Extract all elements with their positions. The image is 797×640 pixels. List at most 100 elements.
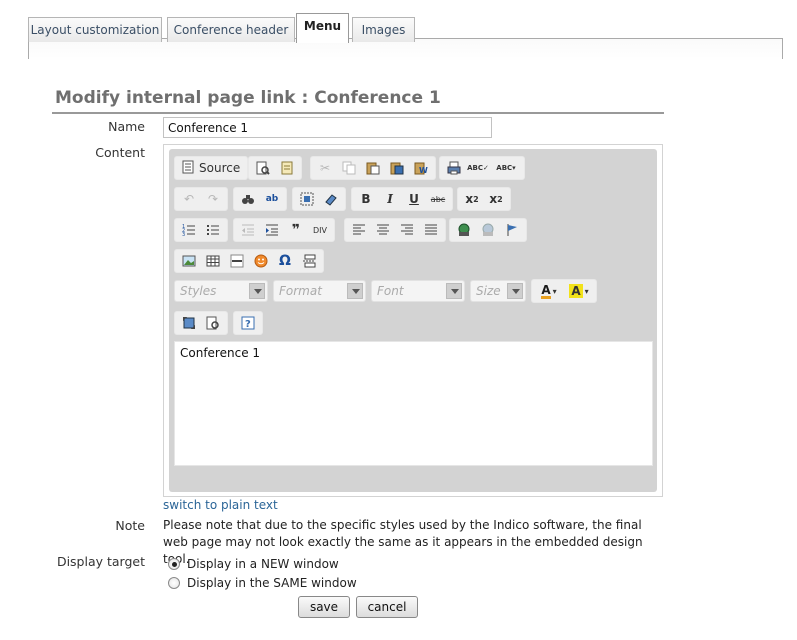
align-left-icon[interactable] — [348, 220, 370, 240]
toolbar-group-insert: Ω — [174, 249, 324, 273]
toolbar-group-align — [344, 218, 446, 242]
note-label: Note — [115, 518, 145, 533]
toolbar-group-select — [292, 187, 346, 211]
help-icon[interactable]: ? — [237, 313, 259, 333]
editor-content-area[interactable]: Conference 1 — [174, 341, 653, 466]
save-button[interactable]: save — [298, 596, 350, 618]
image-icon[interactable] — [178, 251, 200, 271]
align-justify-icon[interactable] — [420, 220, 442, 240]
toolbar-group-undo: ↶ ↷ — [174, 187, 228, 211]
undo-icon[interactable]: ↶ — [178, 189, 200, 209]
toolbar-group-clipboard: ✂ W — [310, 156, 436, 180]
anchor-flag-icon[interactable] — [501, 220, 523, 240]
blockquote-icon[interactable]: ❞ — [285, 220, 307, 240]
editor-content-text: Conference 1 — [180, 346, 261, 360]
outdent-icon[interactable] — [237, 220, 259, 240]
page-break-icon[interactable] — [298, 251, 320, 271]
svg-text:?: ? — [245, 319, 251, 330]
remove-format-icon[interactable] — [320, 189, 342, 209]
scayt-icon[interactable]: ABC▾ — [491, 158, 521, 178]
toolbar-group-script: x2 x2 — [457, 187, 511, 211]
display-target-label: Display target — [56, 554, 145, 569]
special-char-icon[interactable]: Ω — [274, 251, 296, 271]
unlink-icon[interactable] — [477, 220, 499, 240]
radio-new-window[interactable] — [168, 558, 180, 570]
copy-icon[interactable] — [338, 158, 360, 178]
format-combo-label: Format — [279, 284, 322, 298]
tab-images[interactable]: Images — [352, 17, 415, 42]
bulleted-list-icon[interactable] — [202, 220, 224, 240]
size-combo[interactable]: Size — [470, 280, 526, 302]
tab-bar: Layout customization Conference header M… — [28, 13, 783, 59]
strikethrough-icon[interactable]: abc — [427, 189, 449, 209]
align-center-icon[interactable] — [372, 220, 394, 240]
paste-word-icon[interactable]: W — [410, 158, 432, 178]
toolbar-group-preview — [248, 156, 302, 180]
find-icon[interactable] — [237, 189, 259, 209]
spellcheck-icon[interactable]: ABC✓ — [467, 158, 489, 178]
radio-same-window[interactable] — [168, 577, 180, 589]
font-combo[interactable]: Font — [371, 280, 465, 302]
title-divider — [52, 112, 664, 114]
toolbar-group-colors: A ▾ A ▾ — [531, 279, 597, 303]
italic-icon[interactable]: I — [379, 189, 401, 209]
templates-icon[interactable] — [276, 158, 298, 178]
source-label: Source — [199, 161, 241, 175]
cancel-button[interactable]: cancel — [356, 596, 418, 618]
tab-conference-header[interactable]: Conference header — [167, 17, 295, 42]
toolbar-group-document: Source — [174, 156, 249, 180]
styles-combo-label: Styles — [180, 284, 217, 298]
text-color-icon[interactable]: A ▾ — [535, 281, 563, 301]
align-right-icon[interactable] — [396, 220, 418, 240]
toolbar-group-tools — [174, 311, 228, 335]
toolbar-group-indent: ❞ DIV — [233, 218, 335, 242]
preview-icon[interactable] — [252, 158, 274, 178]
indent-icon[interactable] — [261, 220, 283, 240]
toolbar-group-find: ab — [233, 187, 287, 211]
tab-menu[interactable]: Menu — [296, 13, 349, 43]
smiley-icon[interactable] — [250, 251, 272, 271]
subscript-icon[interactable]: x2 — [461, 189, 483, 209]
tab-layout-customization[interactable]: Layout customization — [28, 17, 162, 42]
print-icon[interactable] — [443, 158, 465, 178]
show-blocks-icon[interactable] — [202, 313, 224, 333]
maximize-icon[interactable] — [178, 313, 200, 333]
div-container-icon[interactable]: DIV — [309, 220, 331, 240]
chevron-down-icon — [347, 283, 363, 299]
select-all-icon[interactable] — [296, 189, 318, 209]
cut-icon[interactable]: ✂ — [314, 158, 336, 178]
source-icon — [182, 160, 194, 177]
table-icon[interactable] — [202, 251, 224, 271]
styles-combo[interactable]: Styles — [174, 280, 268, 302]
bold-icon[interactable]: B — [355, 189, 377, 209]
toolbar-group-help: ? — [233, 311, 263, 335]
redo-icon[interactable]: ↷ — [202, 189, 224, 209]
chevron-down-icon — [507, 283, 523, 299]
content-label: Content — [95, 145, 145, 160]
background-color-icon[interactable]: A ▾ — [565, 281, 593, 301]
display-new-window-option[interactable]: Display in a NEW window — [168, 557, 339, 571]
paste-text-icon[interactable] — [386, 158, 408, 178]
horizontal-rule-icon[interactable] — [226, 251, 248, 271]
source-button[interactable]: Source — [178, 158, 244, 178]
rich-text-editor: Source ✂ W ABC✓ ABC▾ ↶ ↷ ab B I U abc x … — [163, 144, 663, 497]
numbered-list-icon[interactable]: 123 — [178, 220, 200, 240]
display-same-window-option[interactable]: Display in the SAME window — [168, 576, 357, 590]
toolbar-group-print-spell: ABC✓ ABC▾ — [439, 156, 525, 180]
underline-icon[interactable]: U — [403, 189, 425, 209]
radio-new-window-label: Display in a NEW window — [187, 557, 339, 571]
page-title: Modify internal page link : Conference 1 — [55, 88, 441, 108]
format-combo[interactable]: Format — [273, 280, 366, 302]
replace-icon[interactable]: ab — [261, 189, 283, 209]
font-combo-label: Font — [377, 284, 404, 298]
paste-icon[interactable] — [362, 158, 384, 178]
chevron-down-icon — [446, 283, 462, 299]
editor-toolbar-area: Source ✂ W ABC✓ ABC▾ ↶ ↷ ab B I U abc x … — [169, 149, 657, 492]
superscript-icon[interactable]: x2 — [485, 189, 507, 209]
toolbar-group-text-style: B I U abc — [351, 187, 453, 211]
link-icon[interactable] — [453, 220, 475, 240]
svg-text:3: 3 — [182, 232, 185, 237]
chevron-down-icon — [249, 283, 265, 299]
name-input[interactable] — [163, 117, 492, 138]
switch-to-plain-text-link[interactable]: switch to plain text — [163, 498, 278, 512]
